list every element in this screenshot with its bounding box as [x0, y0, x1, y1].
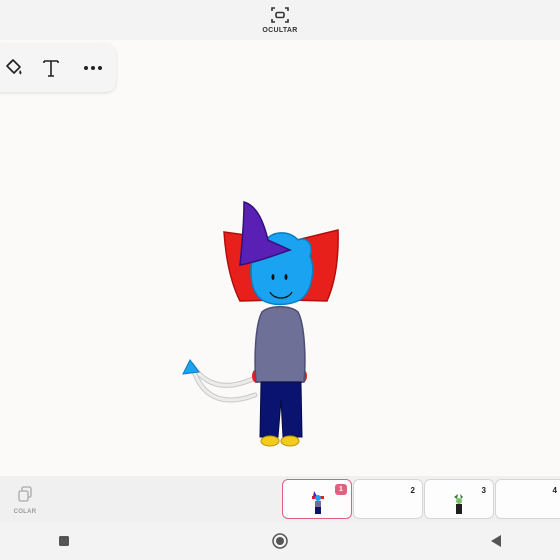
- frame-number-badge: 1: [335, 484, 347, 495]
- frame-thumbnail-3[interactable]: 3: [424, 479, 494, 519]
- top-bar: OCULTAR: [0, 0, 560, 40]
- frame-number: 4: [552, 486, 557, 495]
- hide-label: OCULTAR: [262, 27, 298, 34]
- drawing-canvas[interactable]: [0, 40, 560, 476]
- frame-number: 2: [410, 486, 415, 495]
- frame-number: 3: [481, 486, 486, 495]
- hide-button[interactable]: OCULTAR: [255, 4, 305, 38]
- back-icon: [491, 535, 501, 547]
- more-options-button[interactable]: [80, 56, 106, 80]
- home-icon: [272, 533, 288, 549]
- frame-thumbnail-4[interactable]: 4: [495, 479, 560, 519]
- system-nav-bar: [0, 522, 560, 560]
- back-button[interactable]: [484, 530, 508, 552]
- paste-label: COLAR: [13, 509, 37, 515]
- paste-button[interactable]: COLAR: [8, 482, 42, 518]
- paint-bucket-tool[interactable]: [0, 56, 26, 80]
- more-icon: [84, 66, 102, 70]
- character-drawing: [182, 200, 339, 447]
- text-icon: [43, 60, 59, 77]
- paint-bucket-icon: [6, 59, 22, 75]
- hide-frame-icon: [271, 7, 289, 23]
- text-tool[interactable]: [38, 56, 64, 80]
- drawing-toolbar: [0, 44, 116, 92]
- home-button[interactable]: [268, 530, 292, 552]
- frame-thumbnail-2[interactable]: 2: [353, 479, 423, 519]
- copy-icon: [18, 486, 32, 502]
- frame-thumbnail-1[interactable]: 1: [282, 479, 352, 519]
- recents-button[interactable]: [52, 530, 76, 552]
- stop-icon: [59, 536, 69, 546]
- frames-strip: COLAR 1 2 3 4: [0, 476, 560, 522]
